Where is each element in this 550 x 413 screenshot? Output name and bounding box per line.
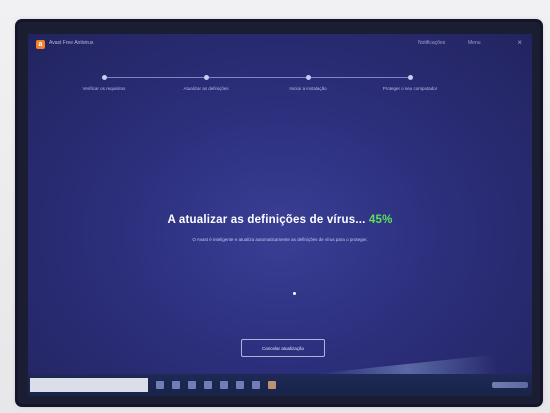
status-headline: A atualizar as definições de vírus... 45… xyxy=(28,214,532,226)
loading-indicator xyxy=(293,292,296,295)
system-tray xyxy=(492,382,528,388)
mail-icon[interactable] xyxy=(220,381,228,389)
step-4: Proteger o seu computador xyxy=(365,72,455,92)
installer-window: a Avast Free Antivirus Notificações Menu… xyxy=(28,34,532,396)
step-dot xyxy=(101,75,107,80)
status-description: O Avast é inteligente e atualiza automat… xyxy=(192,237,368,242)
avast-logo-icon: a xyxy=(36,40,45,49)
windows-taskbar xyxy=(28,374,532,396)
monitor: a Avast Free Antivirus Notificações Menu… xyxy=(18,22,540,404)
step-2: Atualizar as definições xyxy=(161,72,251,92)
app-icon[interactable] xyxy=(252,381,260,389)
menu-link[interactable]: Menu xyxy=(468,40,481,46)
step-label: Proteger o seu computador xyxy=(382,86,438,91)
step-3: Iniciar a instalação xyxy=(263,72,353,92)
status-text: A atualizar as definições de vírus... xyxy=(167,214,366,226)
close-icon[interactable]: × xyxy=(517,38,522,47)
title-bar: a Avast Free Antivirus Notificações Menu… xyxy=(28,34,532,56)
step-1: Verificar os requisitos xyxy=(59,72,149,92)
taskbar-search-box[interactable] xyxy=(30,378,148,392)
step-dot xyxy=(407,75,413,80)
progress-percent: 45% xyxy=(368,214,393,226)
edge-icon[interactable] xyxy=(172,381,180,389)
explorer-icon[interactable] xyxy=(188,381,196,389)
step-label: Verificar os requisitos xyxy=(82,86,126,91)
avast-taskbar-icon[interactable] xyxy=(268,381,276,389)
step-label: Atualizar as definições xyxy=(183,86,229,91)
task-view-icon[interactable] xyxy=(156,381,164,389)
step-label: Iniciar a instalação xyxy=(289,86,327,91)
notifications-link[interactable]: Notificações xyxy=(418,40,445,46)
install-steps: Verificar os requisitos Atualizar as def… xyxy=(78,72,458,112)
cancel-update-button[interactable]: Cancelar atualização xyxy=(241,339,325,357)
step-dot xyxy=(203,75,209,80)
app-icon[interactable] xyxy=(236,381,244,389)
step-dot xyxy=(305,75,311,80)
app-title: Avast Free Antivirus xyxy=(49,40,94,46)
photo-frame: a Avast Free Antivirus Notificações Menu… xyxy=(0,0,550,413)
store-icon[interactable] xyxy=(204,381,212,389)
